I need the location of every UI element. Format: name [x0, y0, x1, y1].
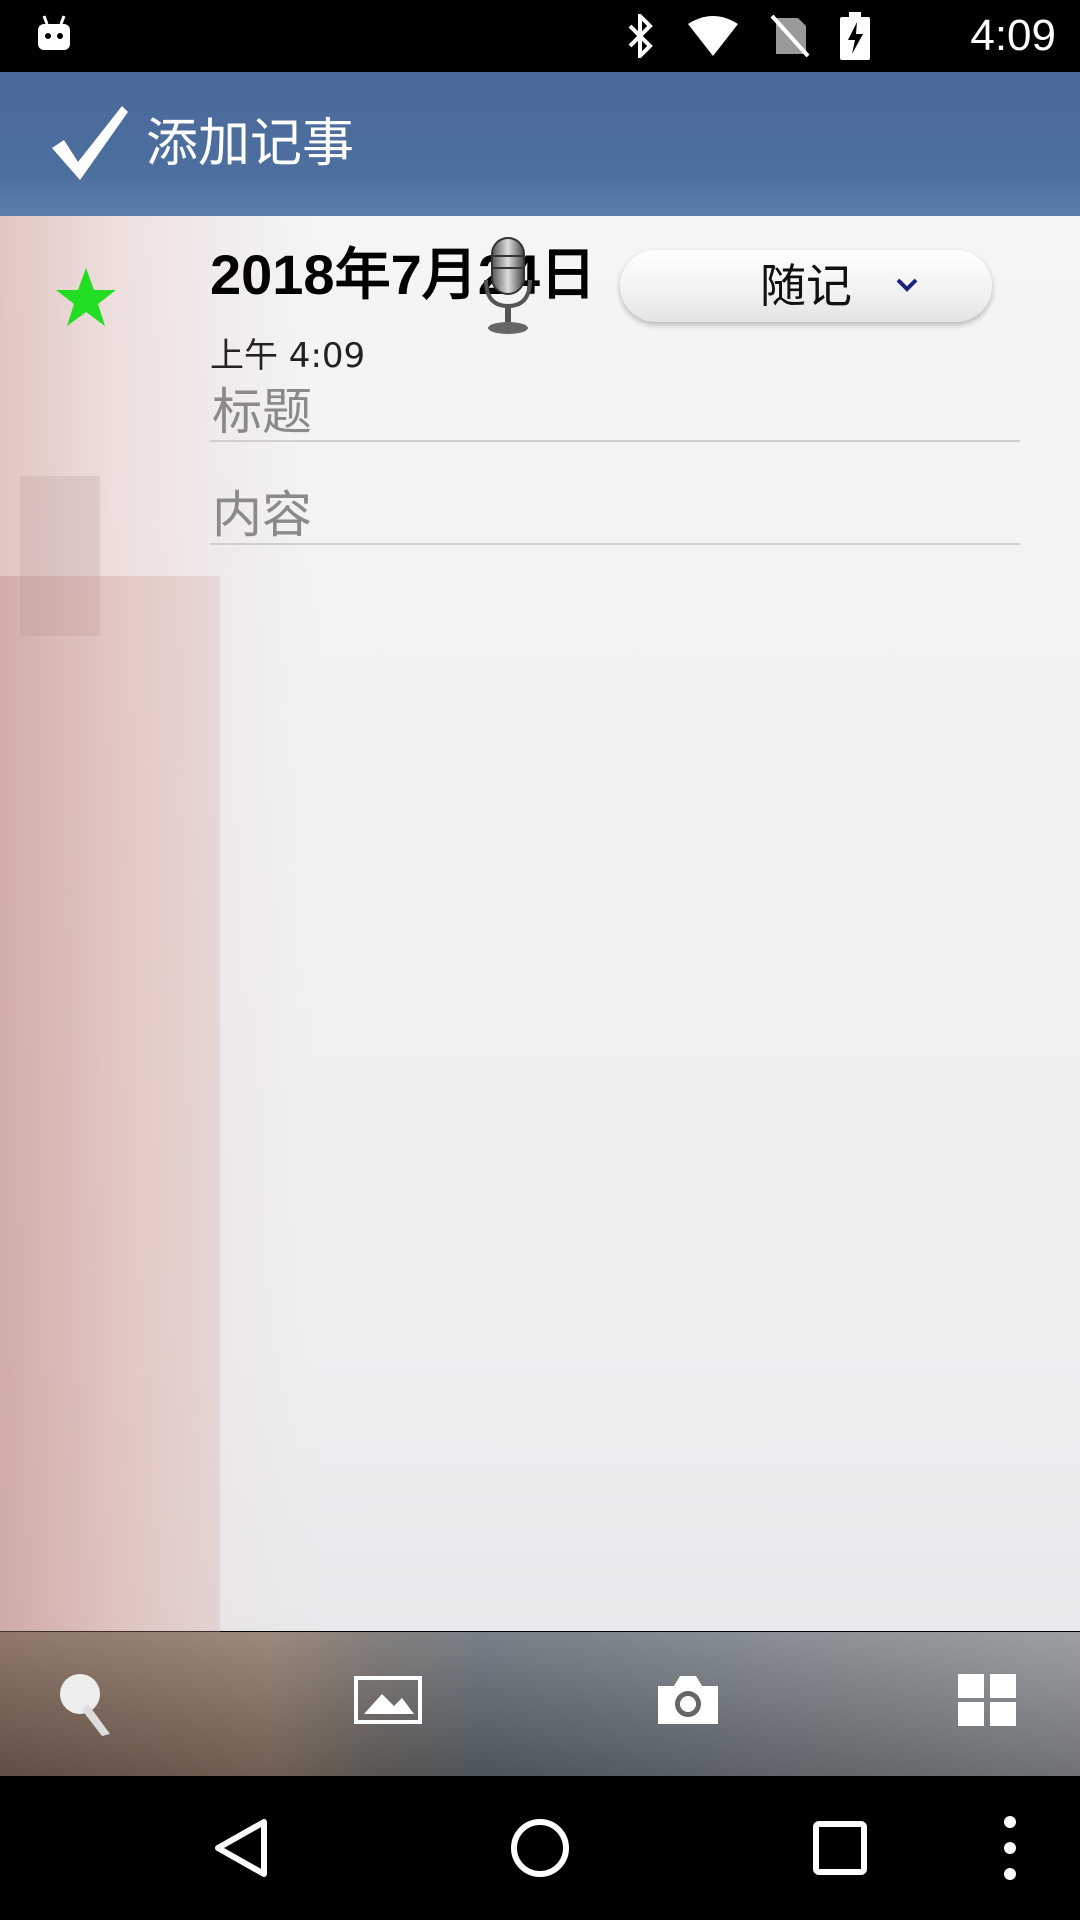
android-icon [38, 15, 70, 50]
microphone-icon[interactable] [478, 236, 538, 336]
status-bar: 4:09 [0, 0, 1080, 72]
chevron-down-icon [896, 278, 918, 292]
status-icons [626, 12, 870, 60]
background-image-tower [0, 576, 220, 1776]
category-dropdown[interactable]: 随记 [620, 250, 992, 322]
image-icon[interactable] [352, 1664, 424, 1736]
category-selected: 随记 [760, 259, 852, 313]
more-icon[interactable] [980, 1808, 1040, 1888]
no-sim-icon [770, 14, 810, 58]
checkmark-icon[interactable] [48, 102, 130, 184]
grid-icon[interactable] [952, 1664, 1024, 1736]
brush-icon[interactable] [52, 1664, 124, 1736]
title-placeholder: 标题 [212, 383, 312, 441]
title-field[interactable]: 标题 [210, 382, 1020, 442]
toolbar-background [0, 1632, 1080, 1776]
status-time: 4:09 [970, 11, 1056, 60]
content-field[interactable]: 内容 [210, 485, 1020, 545]
wifi-icon [688, 16, 738, 56]
battery-charging-icon [840, 12, 870, 60]
note-date[interactable]: 2018年7月24日 [210, 240, 596, 310]
bottom-toolbar [0, 1632, 1080, 1776]
content-placeholder: 内容 [212, 486, 312, 544]
bluetooth-icon [628, 14, 653, 58]
note-time[interactable]: 上午 4:09 [210, 334, 365, 378]
recents-icon[interactable] [800, 1808, 880, 1888]
home-icon[interactable] [500, 1808, 580, 1888]
star-icon[interactable] [54, 266, 118, 330]
back-icon[interactable] [200, 1808, 280, 1888]
page-title: 添加记事 [146, 114, 355, 174]
navigation-bar [0, 1776, 1080, 1920]
camera-icon[interactable] [652, 1664, 724, 1736]
